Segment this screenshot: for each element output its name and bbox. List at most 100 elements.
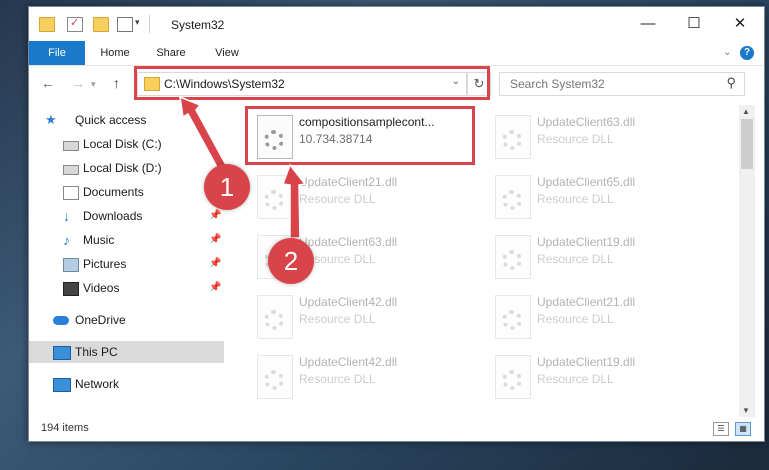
customize-quick-access-icon[interactable]: [117, 17, 133, 32]
sidebar-item-label: Network: [75, 377, 120, 391]
minimize-button[interactable]: —: [625, 7, 671, 41]
pin-icon: 📌: [209, 282, 222, 293]
music-icon: ♪: [63, 232, 70, 248]
ribbon-tabs: File Home Share View ⌄ ?: [29, 41, 764, 66]
dll-file-icon: [257, 295, 293, 339]
documents-icon: [63, 186, 79, 200]
scroll-up-icon[interactable]: ▲: [742, 107, 750, 116]
gear-icon: [502, 250, 522, 270]
file-description: Resource DLL: [537, 252, 614, 266]
dll-file-icon: [495, 115, 531, 159]
file-name: UpdateClient21.dll: [537, 295, 636, 309]
dll-file-icon: [495, 355, 531, 399]
file-description: Resource DLL: [299, 312, 376, 326]
close-button[interactable]: ✕: [717, 7, 763, 41]
file-item[interactable]: UpdateClient42.dll Resource DLL: [249, 349, 479, 405]
sidebar-item-label: Pictures: [83, 257, 127, 271]
file-item[interactable]: UpdateClient65.dll Resource DLL: [487, 169, 717, 225]
file-description: Resource DLL: [537, 312, 614, 326]
gear-icon: [502, 310, 522, 330]
sidebar-item-downloads[interactable]: ↓ Downloads 📌: [29, 205, 224, 227]
step-2-badge: 2: [268, 238, 314, 284]
sidebar-item-label: Documents: [83, 185, 144, 199]
file-item[interactable]: UpdateClient21.dll Resource DLL: [249, 169, 479, 225]
sidebar-item-local-disk-c[interactable]: Local Disk (C:): [29, 133, 224, 155]
computer-icon: [53, 346, 71, 360]
properties-icon[interactable]: ✓: [67, 17, 83, 32]
cloud-icon: [53, 316, 69, 325]
tab-share[interactable]: Share: [149, 41, 193, 65]
scroll-down-icon[interactable]: ▼: [742, 406, 750, 415]
sidebar-item-network[interactable]: Network: [29, 373, 224, 395]
window-title: System32: [171, 18, 225, 32]
file-item[interactable]: UpdateClient19.dll Resource DLL: [487, 349, 717, 405]
sidebar-item-label: Videos: [83, 281, 120, 295]
star-icon: ★: [45, 112, 57, 127]
status-bar: 194 items ☰ ▦: [29, 417, 764, 441]
videos-icon: [63, 282, 79, 296]
divider: [149, 15, 150, 33]
gear-icon: [502, 190, 522, 210]
step-1-badge: 1: [204, 164, 250, 210]
file-item[interactable]: UpdateClient42.dll Resource DLL: [249, 289, 479, 345]
scrollbar-thumb[interactable]: [741, 119, 753, 169]
sidebar-item-pictures[interactable]: Pictures 📌: [29, 253, 224, 275]
maximize-button[interactable]: ☐: [671, 7, 717, 41]
vertical-scrollbar[interactable]: ▲ ▼: [739, 105, 755, 417]
folder-icon: [39, 17, 55, 32]
forward-button[interactable]: →: [71, 75, 85, 91]
recent-locations-chevron-icon[interactable]: ▾: [91, 79, 96, 90]
file-item[interactable]: UpdateClient21.dll Resource DLL: [487, 289, 717, 345]
sidebar-item-documents[interactable]: Documents: [29, 181, 224, 203]
sidebar-item-onedrive[interactable]: OneDrive: [29, 309, 224, 331]
sidebar-item-label: Music: [83, 233, 115, 247]
gear-icon: [264, 310, 284, 330]
details-view-icon[interactable]: ☰: [713, 422, 729, 436]
back-button[interactable]: ←: [41, 75, 55, 91]
gear-icon: [264, 370, 284, 390]
dll-file-icon: [495, 295, 531, 339]
network-icon: [53, 378, 71, 392]
gear-icon: [502, 370, 522, 390]
file-highlight: [245, 106, 475, 165]
dll-file-icon: [495, 235, 531, 279]
file-name: UpdateClient19.dll: [537, 355, 636, 369]
gear-icon: [264, 190, 284, 210]
sidebar-item-music[interactable]: ♪ Music 📌: [29, 229, 224, 251]
drive-icon: [63, 165, 79, 175]
search-icon[interactable]: ⚲: [726, 75, 736, 91]
sidebar-item-label: Downloads: [83, 209, 143, 223]
file-description: Resource DLL: [537, 192, 614, 206]
drive-icon: [63, 141, 79, 151]
large-icons-view-icon[interactable]: ▦: [735, 422, 751, 436]
sidebar-item-local-disk-d[interactable]: Local Disk (D:): [29, 157, 224, 179]
tab-view[interactable]: View: [205, 41, 249, 65]
download-icon: ↓: [63, 208, 70, 224]
file-item[interactable]: UpdateClient19.dll Resource DLL: [487, 229, 717, 285]
help-icon[interactable]: ?: [740, 46, 754, 60]
sidebar-item-quick-access[interactable]: ★ Quick access: [29, 109, 224, 131]
chevron-down-icon[interactable]: ▾: [135, 17, 140, 28]
file-name: UpdateClient21.dll: [299, 175, 398, 189]
gear-icon: [502, 130, 522, 150]
pin-icon: 📌: [209, 234, 222, 245]
file-name: UpdateClient42.dll: [299, 355, 398, 369]
tab-home[interactable]: Home: [93, 41, 137, 65]
sidebar-item-label: OneDrive: [75, 313, 126, 327]
tab-file[interactable]: File: [29, 41, 85, 65]
up-button[interactable]: ↑: [113, 75, 120, 91]
sidebar-item-this-pc[interactable]: This PC: [29, 341, 224, 363]
sidebar-item-label: This PC: [75, 345, 118, 359]
search-placeholder: Search System32: [510, 77, 605, 91]
new-folder-icon[interactable]: [93, 17, 109, 32]
search-input[interactable]: Search System32 ⚲: [499, 72, 745, 96]
expand-ribbon-icon[interactable]: ⌄: [723, 45, 732, 58]
file-item[interactable]: UpdateClient63.dll Resource DLL: [487, 109, 717, 165]
file-description: Resource DLL: [537, 132, 614, 146]
dll-file-icon: [495, 175, 531, 219]
file-name: UpdateClient19.dll: [537, 235, 636, 249]
file-name: UpdateClient63.dll: [537, 115, 636, 129]
file-description: Resource DLL: [537, 372, 614, 386]
address-bar-highlight: [134, 66, 490, 100]
sidebar-item-videos[interactable]: Videos 📌: [29, 277, 224, 299]
